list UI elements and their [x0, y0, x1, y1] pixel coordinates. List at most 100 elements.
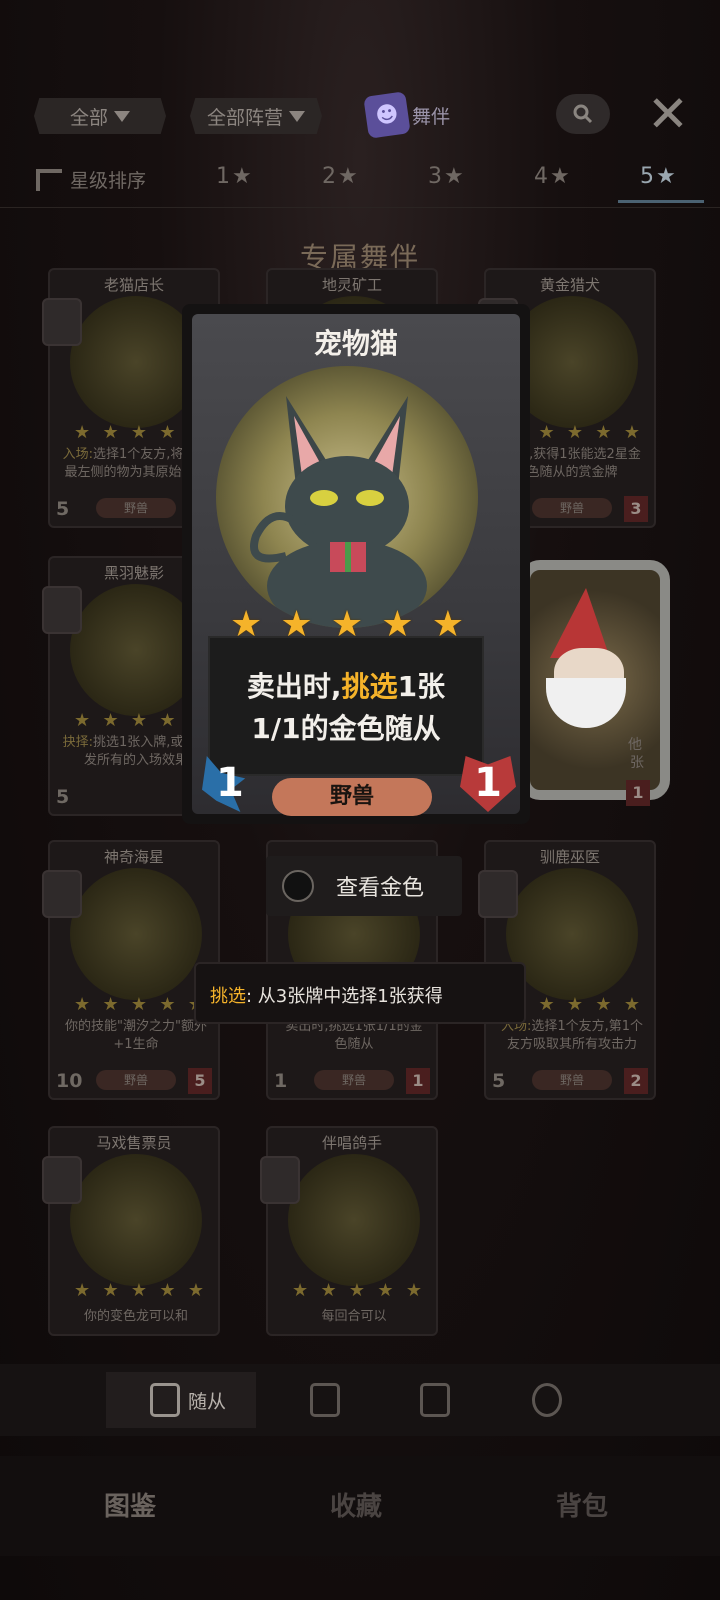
star-tab-5[interactable]: 5 ★ [640, 164, 676, 189]
card-avatar [42, 298, 82, 346]
card-attack: 5 [492, 1070, 506, 1092]
star-tab-2-label: 2 [322, 164, 336, 189]
card-circus-ticket-seller[interactable]: 马戏售票员 ★ ★ ★ ★ ★ 你的变色龙可以和 [42, 1126, 220, 1336]
featured-card-attack: 1 [202, 756, 250, 812]
featured-card[interactable]: 宠物猫 ★ ★ ★ ★ ★ 卖出时,挑选1张 1/1的金色随从 1 野兽 1 [182, 304, 530, 824]
star-tab-1-label: 1 [216, 164, 230, 189]
star-tab-2[interactable]: 2 ★ [322, 164, 358, 189]
card-name: 黄金猎犬 [539, 276, 600, 294]
card-avatar [42, 1156, 82, 1204]
card-description: 每回合可以 [321, 1309, 387, 1324]
card-portrait [288, 1154, 420, 1286]
tab-codex[interactable]: 图鉴 [104, 1486, 156, 1523]
card-stars: ★★★★★ [292, 1280, 422, 1301]
card-health: 1 [406, 1068, 430, 1094]
dropdown-arrow-icon [289, 110, 305, 122]
desc-line-2: 1/1的金色随从 [251, 712, 441, 745]
star-tab-4[interactable]: 4 ★ [534, 164, 570, 189]
keyword-tooltip: 挑选: 从3张牌中选择1张获得 [194, 962, 526, 1024]
close-icon[interactable]: ✕ [644, 89, 692, 140]
tooltip-keyword: 挑选 [210, 986, 246, 1007]
tab-backpack[interactable]: 背包 [556, 1486, 608, 1523]
filter-faction-label: 全部阵营 [206, 106, 283, 129]
desc-text: 卖出时, [246, 670, 342, 703]
card-tribe: 野兽 [532, 498, 612, 518]
tab-collection[interactable]: 收藏 [330, 1486, 382, 1523]
tab-cards[interactable] [420, 1372, 450, 1428]
card-attack: 1 [274, 1070, 288, 1092]
card-keyword: 入场: [62, 447, 93, 462]
star-filter-row: 星级排序 1 ★ 2 ★ 3 ★ 4 ★ 5 ★ [0, 160, 720, 208]
card-tribe: 野兽 [314, 1070, 394, 1090]
star-icon: ★ [338, 164, 358, 189]
filter-bar: 全部 全部阵营 ☻ 舞伴 ✕ [0, 86, 720, 146]
card-keyword: 抉择: [62, 735, 93, 750]
star-tab-1[interactable]: 1 ★ [216, 164, 252, 189]
card-stack-icon [420, 1383, 450, 1417]
desc-text: 1张 [397, 670, 446, 703]
star-tab-3-label: 3 [428, 164, 442, 189]
tab-minions[interactable]: 随从 [106, 1372, 257, 1428]
tab-minions-label: 随从 [188, 1390, 227, 1413]
card-avatar [260, 1156, 300, 1204]
card-avatar [42, 870, 82, 918]
gnome-partial-text-2: 张 [630, 755, 644, 771]
desc-keyword: 挑选 [341, 670, 398, 703]
card-description: 你的变色龙可以和 [83, 1309, 188, 1324]
active-tab-underline [618, 200, 704, 203]
card-stars: ★★★★★ [74, 994, 204, 1015]
card-name: 地灵矿工 [321, 276, 382, 294]
tab-spells[interactable] [310, 1372, 340, 1428]
gnome-card-preview[interactable]: 他 张 1 [520, 548, 676, 806]
tooltip-text: : 从3张牌中选择1张获得 [246, 986, 443, 1007]
card-attack: 5 [56, 786, 70, 808]
card-attack: 5 [56, 498, 70, 520]
star-icon: ★ [444, 164, 464, 189]
card-tribe: 野兽 [96, 1070, 176, 1090]
star-icon: ★ [656, 164, 676, 189]
card-health: 5 [188, 1068, 212, 1094]
card-portrait [70, 868, 202, 1000]
spell-card-icon [310, 1383, 340, 1417]
attack-value: 1 [216, 760, 244, 806]
card-avatar [478, 870, 518, 918]
mask-icon: ☻ [363, 91, 411, 139]
card-portrait [70, 1154, 202, 1286]
featured-card-tribe: 野兽 [272, 778, 432, 816]
star-icon: ★ [550, 164, 570, 189]
card-name: 驯鹿巫医 [539, 848, 600, 866]
dropdown-arrow-icon [114, 110, 130, 122]
card-avatar [42, 586, 82, 634]
featured-card-description: 卖出时,挑选1张 1/1的金色随从 [208, 636, 484, 776]
filter-all-dropdown[interactable]: 全部 [34, 98, 166, 134]
companion-filter-button[interactable]: ☻ 舞伴 [363, 91, 466, 139]
card-backup-singer-pigeon[interactable]: 伴唱鸽手 ★ ★ ★ ★ ★ 每回合可以 [260, 1126, 438, 1336]
sort-icon [36, 168, 62, 191]
card-stars: ★★★★★ [74, 1280, 204, 1301]
card-name: 马戏售票员 [96, 1134, 172, 1152]
search-button[interactable] [556, 94, 610, 134]
card-name: 神奇海星 [103, 848, 164, 866]
tab-heroes[interactable] [532, 1372, 562, 1428]
filter-faction-dropdown[interactable]: 全部阵营 [190, 98, 322, 134]
card-tribe: 野兽 [532, 1070, 612, 1090]
card-name: 伴唱鸽手 [321, 1134, 382, 1152]
star-sort-label: 星级排序 [70, 170, 147, 192]
radio-icon [282, 870, 314, 902]
card-tribe: 野兽 [96, 498, 176, 518]
star-tab-3[interactable]: 3 ★ [428, 164, 464, 189]
card-health: 1 [626, 780, 650, 806]
featured-card-portrait [216, 366, 478, 628]
companion-label: 舞伴 [412, 105, 451, 128]
star-tab-4-label: 4 [534, 164, 548, 189]
view-gold-label: 查看金色 [336, 876, 425, 901]
card-description: 你的技能"潮汐之力"额外+1生命 [65, 1019, 207, 1052]
search-icon [573, 104, 593, 124]
hero-icon [532, 1383, 562, 1417]
card-name: 老猫店长 [103, 276, 164, 294]
star-sort-button[interactable]: 星级排序 [36, 166, 146, 193]
filter-all-label: 全部 [69, 106, 108, 129]
star-icon: ★ [232, 164, 252, 189]
sub-tab-bar: 随从 [0, 1364, 720, 1436]
view-gold-toggle[interactable]: 查看金色 [266, 856, 462, 916]
